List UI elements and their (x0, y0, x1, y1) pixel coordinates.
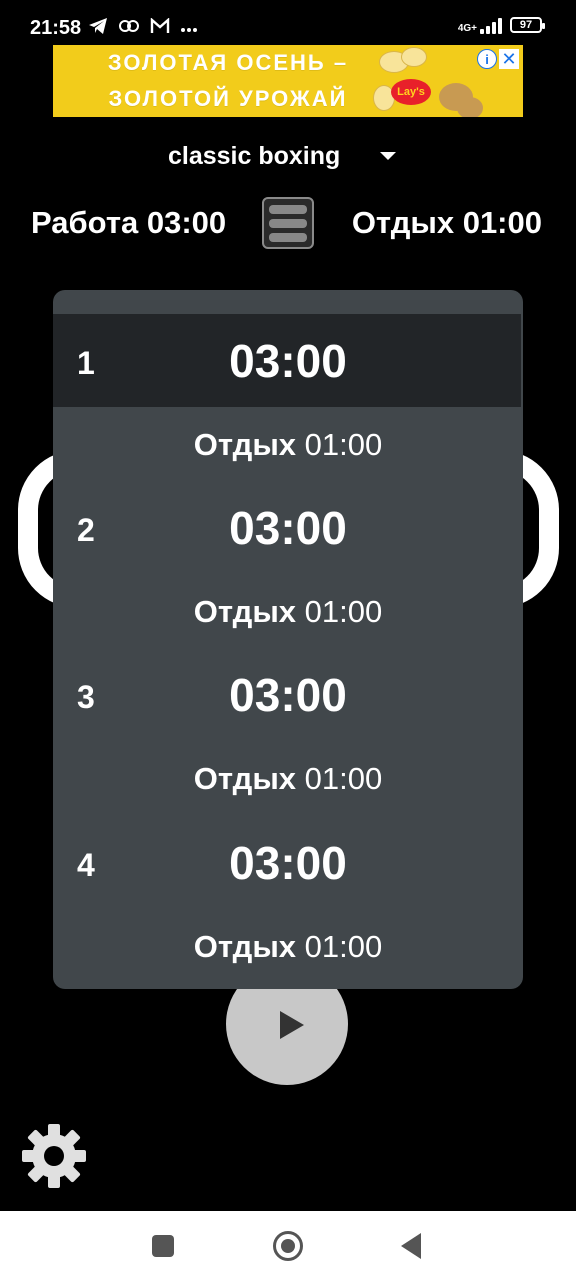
settings-button[interactable] (20, 1122, 88, 1190)
menu-bar-icon (269, 232, 307, 242)
chips-image: Lay's (373, 45, 483, 117)
status-bar: 21:58 4G+ 97 (0, 0, 576, 44)
rest-row[interactable]: Отдых 01:00 (53, 427, 523, 463)
round-row[interactable]: 4 03:00 (53, 833, 523, 893)
work-duration[interactable]: Работа 03:00 (31, 205, 226, 241)
telegram-icon (88, 17, 108, 40)
round-row[interactable]: 2 03:00 (53, 498, 523, 558)
link-icon (118, 18, 140, 39)
ad-close-icon[interactable]: ✕ (499, 49, 519, 69)
rest-duration[interactable]: Отдых 01:00 (352, 205, 542, 241)
preset-dropdown[interactable]: classic boxing (168, 140, 397, 172)
preset-label: classic boxing (168, 141, 341, 170)
home-icon[interactable] (273, 1231, 303, 1261)
play-icon (280, 1011, 304, 1039)
gear-icon (22, 1124, 86, 1188)
dropdown-arrow-icon (380, 152, 397, 160)
ad-info-icon[interactable]: i (477, 49, 497, 69)
system-nav-bar (0, 1211, 576, 1280)
round-time: 03:00 (229, 669, 347, 721)
more-icon (180, 20, 198, 38)
rest-row[interactable]: Отдых 01:00 (53, 594, 523, 630)
menu-bar-icon (269, 218, 307, 228)
rounds-menu-button[interactable] (262, 197, 314, 249)
back-icon[interactable] (401, 1233, 421, 1259)
menu-bar-icon (269, 204, 307, 214)
round-time: 03:00 (229, 335, 347, 387)
battery-icon: 97 (510, 17, 545, 33)
round-time: 03:00 (229, 837, 347, 889)
rounds-list: 1 03:00 Отдых 01:00 2 03:00 Отдых 01:00 … (53, 290, 523, 989)
signal-icon: 4G+ (458, 16, 502, 34)
ad-banner[interactable]: ЗОЛОТАЯ ОСЕНЬ – ЗОЛОТОЙ УРОЖАЙ Lay's i ✕ (53, 45, 523, 117)
recents-icon[interactable] (152, 1235, 174, 1257)
ad-headline: ЗОЛОТАЯ ОСЕНЬ – ЗОЛОТОЙ УРОЖАЙ (107, 50, 349, 111)
round-row[interactable]: 1 03:00 (53, 331, 523, 391)
round-row[interactable]: 3 03:00 (53, 665, 523, 725)
round-time: 03:00 (229, 502, 347, 554)
rest-row[interactable]: Отдых 01:00 (53, 761, 523, 797)
gmail-icon (150, 17, 170, 39)
rest-row[interactable]: Отдых 01:00 (53, 929, 523, 965)
clock: 21:58 (30, 17, 82, 39)
lays-logo: Lay's (391, 79, 431, 105)
